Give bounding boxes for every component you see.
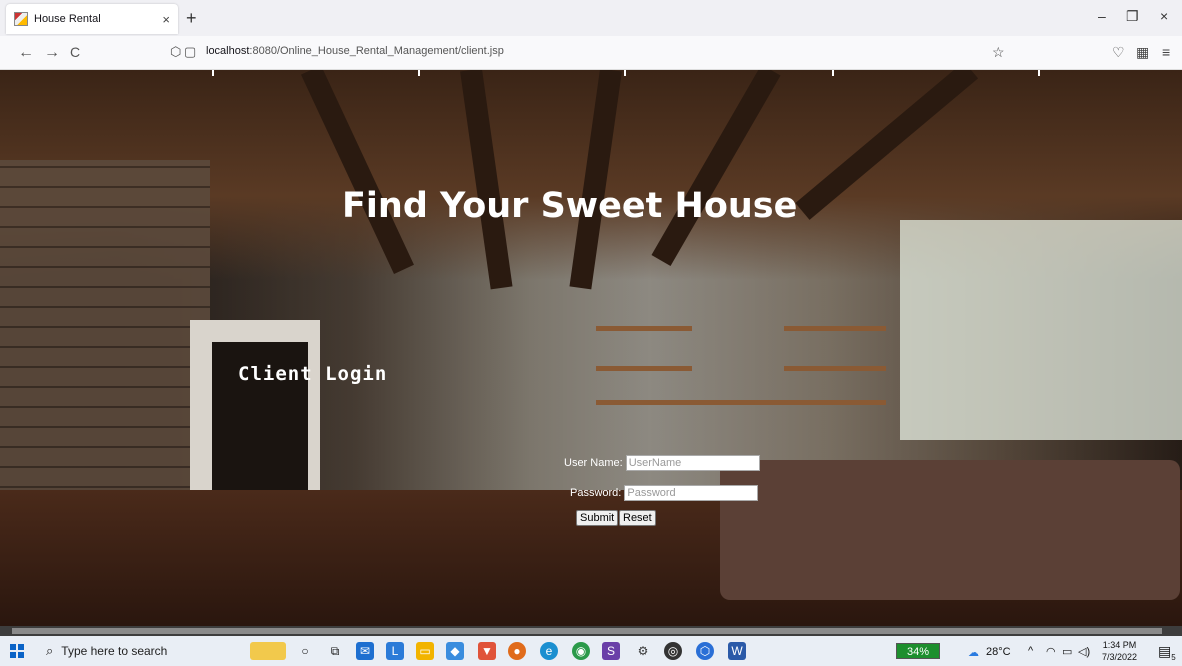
tab-title: House Rental (34, 13, 101, 25)
background-shelf (596, 400, 886, 405)
cortana-icon[interactable]: ○ (296, 642, 314, 660)
background-sofa (720, 460, 1180, 600)
battery-indicator[interactable]: 34% (896, 643, 940, 659)
pocket-icon[interactable]: ♡ (1112, 44, 1125, 61)
media-player-icon[interactable]: ◎ (664, 642, 682, 660)
shield-app-icon[interactable]: ⬡ (696, 642, 714, 660)
notification-icon[interactable]: ▤5 (1158, 643, 1176, 662)
background-window (900, 220, 1182, 440)
nav-separator (212, 70, 214, 76)
nav-separator (1038, 70, 1040, 76)
password-row: Password: (570, 485, 759, 501)
task-view-icon[interactable]: ⧉ (326, 642, 344, 660)
taskbar-search[interactable]: ⌕ Type here to search (46, 640, 236, 662)
tab-house-rental[interactable]: House Rental × (6, 4, 178, 34)
file-explorer-icon[interactable]: ▭ (416, 642, 434, 660)
browser-tab-bar: House Rental × + – ❐ × (0, 0, 1182, 36)
shield-icon[interactable]: ⬡ (170, 44, 181, 60)
new-tab-button[interactable]: + (186, 8, 197, 29)
temperature[interactable]: 28°C (986, 646, 1011, 658)
username-label: User Name: (564, 457, 623, 469)
weather-widget-icon[interactable] (250, 642, 286, 660)
background-shelf (596, 326, 692, 331)
nav-separator (624, 70, 626, 76)
clock-date: 7/3/2022 (1102, 652, 1138, 662)
reload-button[interactable]: C (70, 44, 80, 60)
search-icon: ⌕ (46, 643, 54, 658)
windows-taskbar: ⌕ Type here to search ○ ⧉ ✉ L ▭ ◆ ▼ ● e … (0, 636, 1182, 666)
taskbar-search-placeholder: Type here to search (61, 644, 168, 658)
username-input[interactable] (625, 455, 760, 471)
volume-icon[interactable]: ◁) (1078, 645, 1090, 658)
browser-nav-bar: ← → C ⬡ ▢ localhost:8080/Online_House_Re… (0, 36, 1182, 70)
clock[interactable]: 1:34 PM 7/3/2022 (1102, 639, 1137, 663)
wifi-icon[interactable]: ◠ (1046, 645, 1056, 658)
background-shelf (784, 366, 886, 371)
word-icon[interactable]: W (728, 642, 746, 660)
username-row: User Name: (564, 455, 760, 471)
password-label: Password: (570, 487, 622, 499)
chrome-icon[interactable]: ◉ (572, 642, 590, 660)
nav-separator (832, 70, 834, 76)
restore-button[interactable]: ❐ (1126, 8, 1139, 25)
url-host: localhost (206, 45, 250, 57)
page-headline: Find Your Sweet House (342, 186, 798, 226)
extension-icon[interactable]: ▦ (1136, 44, 1149, 61)
back-button[interactable]: ← (18, 44, 34, 62)
background-shelf (596, 366, 692, 371)
site-favicon-icon (14, 12, 28, 26)
vscode-icon[interactable]: ◆ (446, 642, 464, 660)
minimize-button[interactable]: – (1098, 8, 1106, 24)
chevron-up-icon[interactable]: ^ (1028, 645, 1033, 657)
password-input[interactable] (624, 485, 759, 501)
page-content: Find Your Sweet House Client Login User … (0, 70, 1182, 626)
close-window-button[interactable]: × (1160, 8, 1168, 24)
settings-icon[interactable]: ⚙ (634, 642, 652, 660)
bookmark-star-icon[interactable]: ☆ (992, 44, 1005, 61)
sublime-icon[interactable]: S (602, 642, 620, 660)
horizontal-scrollbar[interactable] (0, 626, 1182, 636)
page-icon[interactable]: ▢ (184, 44, 196, 60)
tab-close-icon[interactable]: × (162, 12, 170, 27)
clock-time: 1:34 PM (1102, 640, 1137, 650)
edge-icon[interactable]: e (540, 642, 558, 660)
reset-button[interactable]: Reset (619, 510, 656, 526)
mail-icon[interactable]: ✉ (356, 642, 374, 660)
submit-button[interactable]: Submit (576, 510, 619, 526)
login-title: Client Login (238, 363, 388, 385)
url-path: :8080/Online_House_Rental_Management/cli… (249, 45, 504, 57)
nav-separator (418, 70, 420, 76)
brave-icon[interactable]: ▼ (478, 642, 496, 660)
url-bar[interactable]: localhost:8080/Online_House_Rental_Manag… (206, 45, 504, 57)
background-shelf (784, 326, 886, 331)
firefox-icon[interactable]: ● (508, 642, 526, 660)
forward-button[interactable]: → (44, 44, 60, 62)
battery-icon[interactable]: ▭ (1062, 645, 1072, 658)
weather-icon[interactable]: ☁ (968, 646, 979, 659)
windows-start-icon[interactable] (10, 644, 24, 658)
l-app-icon[interactable]: L (386, 642, 404, 660)
scrollbar-thumb[interactable] (12, 628, 1162, 634)
notification-count: 5 (1171, 652, 1176, 662)
app-menu-icon[interactable]: ≡ (1162, 44, 1170, 60)
